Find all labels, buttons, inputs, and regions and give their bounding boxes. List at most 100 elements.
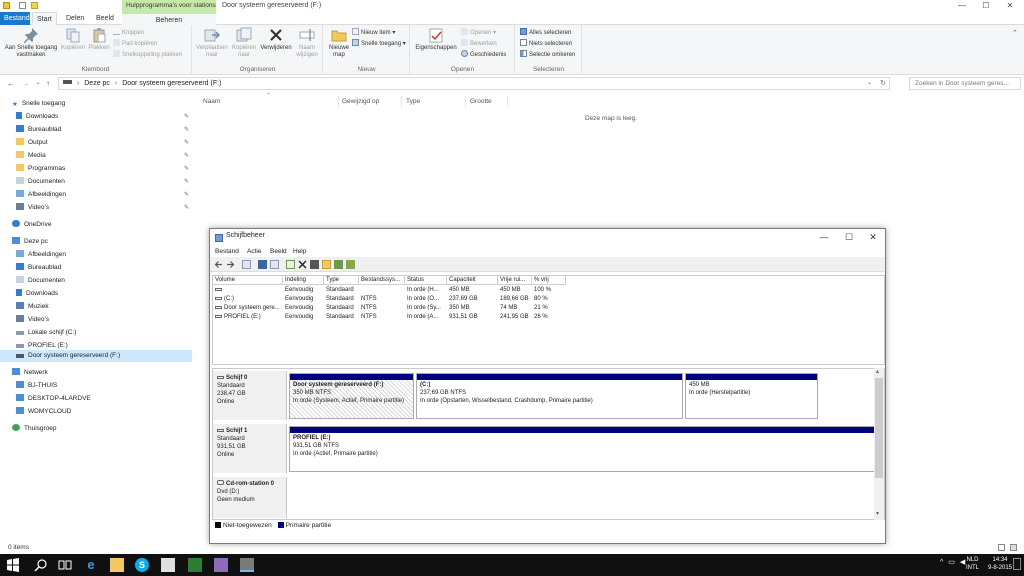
refresh-button[interactable]: ↻ [880,78,886,89]
delete-icon[interactable] [298,260,307,269]
recent-locations-button[interactable]: ⌄ [33,78,43,89]
new-folder-icon[interactable] [31,2,38,9]
file-explorer-icon[interactable] [110,558,124,572]
help-icon[interactable] [258,260,267,269]
notification-icon[interactable] [1013,558,1021,570]
notepad-icon[interactable] [161,558,175,572]
new-folder-button[interactable]: Nieuwe map [326,27,352,59]
address-dropdown-button[interactable]: ⌄ [867,78,872,89]
vol-col-status[interactable]: Status [405,276,447,285]
tiles-view-icon[interactable] [1010,544,1017,551]
edge-icon[interactable]: e [84,558,98,572]
new-item-button[interactable]: Nieuw item ▾ [352,28,395,38]
nav-item-videos[interactable]: Video's ✎ [0,202,192,214]
invert-selection-button[interactable]: Selectie omkeren [520,50,575,60]
nav-item-media[interactable]: Media ✎ [0,150,192,162]
column-header-type[interactable]: Type [402,96,466,107]
tab-beeld[interactable]: Beeld [92,12,118,25]
crumb-current[interactable]: Door systeem gereserveerd (F:) [122,80,221,87]
console-tree-icon[interactable] [242,260,251,269]
disk-0-label[interactable]: Schijf 0 Standaard 238,47 GB Online [213,371,287,421]
close-button[interactable]: ✕ [998,0,1022,12]
nav-pc-downloads[interactable]: Downloads [0,288,192,300]
app-icon[interactable] [214,558,228,572]
nav-item-output[interactable]: Output ✎ [0,137,192,149]
back-arrow-icon[interactable] [214,260,223,269]
pin-icon[interactable]: ✎ [184,111,189,123]
dm-menu-beeld[interactable]: Beeld [270,246,287,257]
properties-icon[interactable] [19,2,26,9]
tab-bestand[interactable]: Bestand [0,12,30,25]
column-header-naam[interactable]: Naam [199,96,339,107]
nav-pc-drive-f[interactable]: Door systeem gereserveerd (F:) [0,350,192,362]
disk-1-label[interactable]: Schijf 1 Standaard 931,51 GB Online [213,424,287,474]
vol-col-capaciteit[interactable]: Capaciteit [447,276,498,285]
vol-col-volume[interactable]: Volume [213,276,283,285]
vol-col-vrije-ruimte[interactable]: Vrije rui... [498,276,532,285]
address-bar[interactable]: › Deze pc › Door systeem gereserveerd (F… [58,77,890,90]
copy-button[interactable]: Kopiëren [60,27,86,52]
dm-scrollbar[interactable]: ▴ ▾ [874,368,884,520]
nav-item-downloads[interactable]: Downloads ✎ [0,111,192,123]
pin-icon[interactable]: ✎ [184,163,189,175]
table-row[interactable]: Door systeem gere... Eenvoudig Standaard… [213,304,884,313]
nav-item-afbeeldingen[interactable]: Afbeeldingen ✎ [0,189,192,201]
details-view-icon[interactable] [998,544,1005,551]
nav-network-bj-thuis[interactable]: BJ-THUIS [0,380,192,392]
back-button[interactable]: ← [6,78,16,89]
rename-button[interactable]: Naam wijzigen [293,27,321,59]
tab-delen[interactable]: Delen [62,12,88,25]
chevron-up-icon[interactable]: ^ [940,559,943,566]
vol-col-procent-vrij[interactable]: % vrij [532,276,566,285]
nav-homegroup[interactable]: Thuisgroep [0,423,192,435]
vol-col-bestandssys[interactable]: Bestandssys... [359,276,405,285]
crumb-deze-pc[interactable]: Deze pc [84,80,110,87]
open-folder-icon[interactable] [322,260,331,269]
dm-menu-bestand[interactable]: Bestand [215,246,239,257]
partition-c[interactable]: (C:) 237,69 GB NTFS In orde (Opstarten, … [416,373,683,419]
partition-profiel[interactable]: PROFIEL (E:) 931,51 GB NTFS In orde (Act… [289,426,876,472]
pin-icon[interactable]: ✎ [184,150,189,162]
windows-start-icon[interactable] [6,558,20,572]
vol-col-indeling[interactable]: Indeling [283,276,324,285]
table-row[interactable]: PROFIEL (E:) Eenvoudig Standaard NTFS In… [213,313,884,322]
nav-network-desktop[interactable]: DESKTOP-4LARDVE [0,393,192,405]
cdrom-label[interactable]: Cd-rom-station 0 Dvd (D:) Geen medium [213,477,287,519]
forward-button[interactable]: → [21,78,31,89]
edit-button[interactable]: Bewerken [461,39,497,49]
open-button[interactable]: Openen ▾ [461,28,496,38]
dm-close-button[interactable]: ✕ [861,231,885,244]
up-button[interactable]: ↑ [43,78,53,89]
partition-recovery[interactable]: 450 MB In orde (Herstelpartitie) [685,373,818,419]
app-icon[interactable] [188,558,202,572]
explore-icon[interactable] [334,260,343,269]
vol-col-type[interactable]: Type [324,276,359,285]
delete-button[interactable]: Verwijderen [259,27,293,52]
skype-icon[interactable]: S [135,558,149,572]
pin-icon[interactable]: ✎ [184,137,189,149]
clock[interactable]: 14:34 9-8-2015 [988,556,1012,572]
copy-path-button[interactable]: Pad kopiëren [113,39,157,49]
maximize-button[interactable]: ☐ [974,0,998,12]
scroll-down-icon[interactable]: ▾ [876,510,879,517]
pin-icon[interactable]: ✎ [184,202,189,214]
task-view-icon[interactable] [58,558,72,572]
properties-icon[interactable] [310,260,319,269]
collapse-ribbon-icon[interactable]: ⌃ [1012,29,1018,37]
nav-onedrive[interactable]: OneDrive [0,219,192,231]
nav-this-pc[interactable]: Deze pc [0,236,192,248]
dm-minimize-button[interactable]: — [812,231,836,244]
pin-quick-access-button[interactable]: Aan Snelle toegang vastmaken [3,27,59,59]
paste-button[interactable]: Plakken [87,27,111,52]
pin-icon[interactable]: ✎ [184,176,189,188]
scroll-up-icon[interactable]: ▴ [876,368,879,375]
copy-to-button[interactable]: Kopiëren naar [229,27,259,59]
tab-beheren[interactable]: Beheren [122,12,216,25]
select-all-button[interactable]: Alles selecteren [520,28,571,38]
network-icon[interactable]: ▭ [948,559,955,566]
forward-arrow-icon[interactable] [226,260,235,269]
nav-pc-muziek[interactable]: Muziek [0,301,192,313]
dm-menu-help[interactable]: Help [293,246,306,257]
list-view-icon[interactable] [270,260,279,269]
easy-access-button[interactable]: Snelle toegang ▾ [352,39,406,49]
